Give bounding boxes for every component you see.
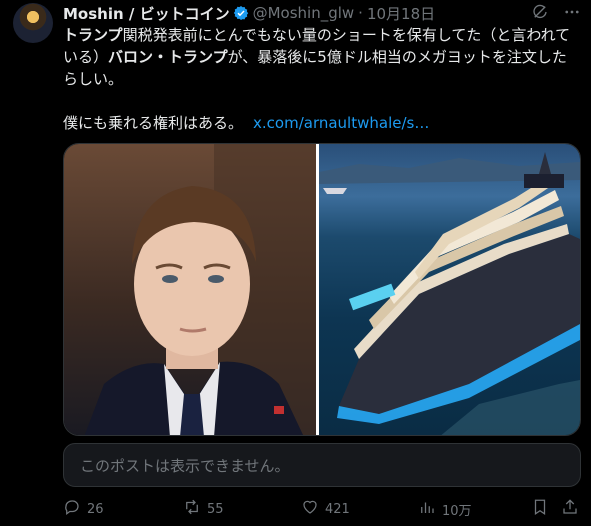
like-icon <box>301 498 319 520</box>
avatar[interactable] <box>13 3 53 43</box>
views-icon <box>418 498 436 520</box>
tweet-text: トランプ関税発表前にとんでもない量のショートを保有してた（と言われて いる）バロ… <box>63 24 583 134</box>
share-icon <box>561 498 579 520</box>
text-line-1: 関税発表前にとんでもない量のショートを保有してた（と言われて <box>122 26 571 44</box>
text-line-4: 僕にも乗れる権利はある。 <box>63 114 244 132</box>
repost-button[interactable]: 55 <box>183 498 224 520</box>
more-icon[interactable] <box>563 3 581 25</box>
separator-dot: · <box>358 4 363 22</box>
bookmark-icon <box>531 498 549 520</box>
text-line-2-start: いる） <box>63 48 109 66</box>
media-grid <box>63 143 581 436</box>
post-date[interactable]: 10月18日 <box>367 3 435 24</box>
tweet-link[interactable]: x.com/arnaultwhale/s… <box>253 114 429 132</box>
views-count: 10万 <box>442 503 472 519</box>
portrait-photo[interactable] <box>64 144 319 435</box>
reply-icon <box>63 498 81 520</box>
reply-count: 26 <box>87 501 104 517</box>
bookmark-button[interactable] <box>531 498 549 520</box>
views-button[interactable]: 10万 <box>418 498 472 520</box>
repost-count: 55 <box>207 501 224 517</box>
quote-unavailable-text: このポストは表示できません。 <box>80 456 290 475</box>
action-bar: 26 55 421 10万 <box>63 498 581 522</box>
author-handle[interactable]: @Moshin_glw <box>253 4 355 22</box>
reply-button[interactable]: 26 <box>63 498 104 520</box>
grok-icon[interactable] <box>531 3 549 25</box>
bold-trump: トランプ <box>63 26 123 44</box>
yacht-photo[interactable] <box>319 144 580 435</box>
share-button[interactable] <box>561 498 579 520</box>
text-line-3: らしい。 <box>63 70 124 88</box>
repost-icon <box>183 498 201 520</box>
bold-barron-trump: バロン・トランプ <box>108 48 228 66</box>
tweet-header: Moshin / ビットコイン @Moshin_glw · 10月18日 <box>63 3 581 23</box>
unavailable-quote: このポストは表示できません。 <box>63 443 581 487</box>
like-count: 421 <box>325 501 350 517</box>
text-line-2: が、暴落後に5億ドル相当のメガヨットを注文した <box>227 48 567 66</box>
like-button[interactable]: 421 <box>301 498 350 520</box>
author-name[interactable]: Moshin / ビットコイン <box>63 3 230 24</box>
verified-badge-icon <box>233 5 249 21</box>
